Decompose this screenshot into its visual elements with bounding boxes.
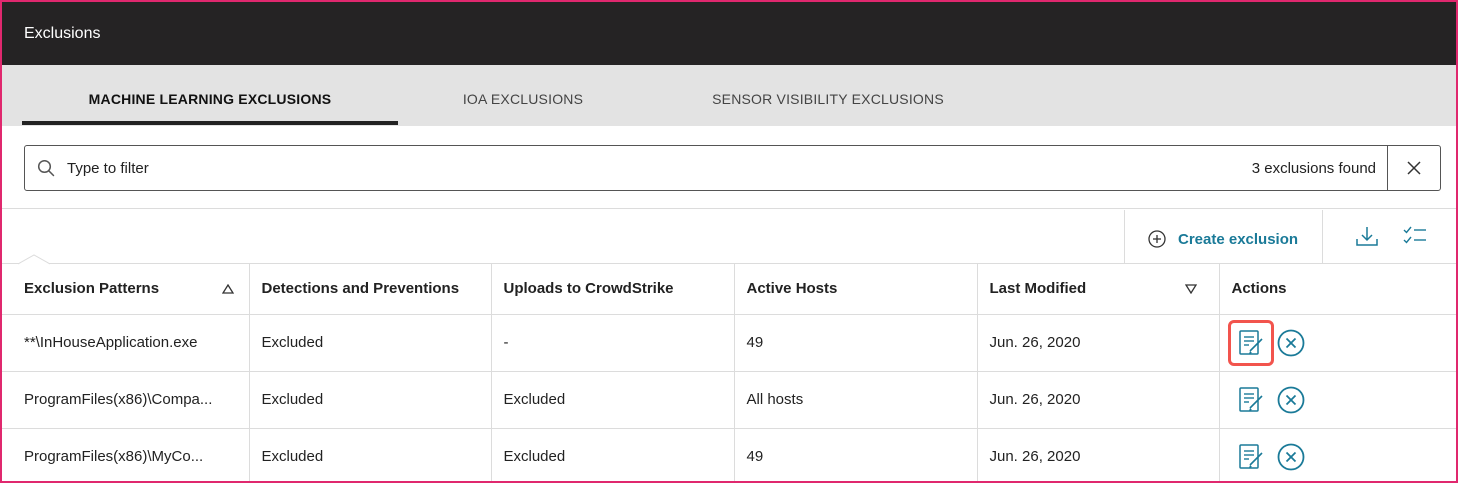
delete-icon[interactable] <box>1276 442 1306 472</box>
tab-ioa-exclusions[interactable]: IOA EXCLUSIONS <box>398 65 648 126</box>
cell-actions <box>1219 314 1456 372</box>
edit-button[interactable] <box>1227 319 1274 366</box>
cell-active-hosts: 49 <box>734 314 978 372</box>
column-header-exclusion-patterns[interactable]: Exclusion Patterns <box>2 264 250 315</box>
column-header-label: Exclusion Patterns <box>24 280 160 298</box>
column-header-label: Detections and Preventions <box>261 280 460 298</box>
download-icon[interactable] <box>1354 224 1380 250</box>
create-exclusion-button[interactable]: Create exclusion <box>1148 228 1298 250</box>
table-row[interactable]: **\InHouseApplication.exe Excluded - 49 … <box>2 314 1456 372</box>
cell-last-modified: Jun. 26, 2020 <box>977 371 1220 429</box>
column-header-uploads-to-crowdstrike[interactable]: Uploads to CrowdStrike <box>491 264 735 315</box>
plus-circle-icon <box>1148 230 1166 248</box>
column-header-detections-and-preventions[interactable]: Detections and Preventions <box>249 264 492 315</box>
delete-icon[interactable] <box>1276 385 1306 415</box>
edit-button[interactable] <box>1228 434 1274 480</box>
filter-input[interactable] <box>67 156 1067 180</box>
divider <box>2 208 1456 209</box>
cell-last-modified: Jun. 26, 2020 <box>977 428 1220 481</box>
sort-descending-icon <box>1184 284 1197 294</box>
filter-bar: 3 exclusions found <box>24 145 1441 191</box>
cell-detections: Excluded <box>249 314 492 372</box>
exclusions-table: Exclusion Patterns Detections and Preven… <box>2 264 1456 481</box>
tab-machine-learning-exclusions[interactable]: MACHINE LEARNING EXCLUSIONS <box>22 65 398 126</box>
app-frame: Exclusions MACHINE LEARNING EXCLUSIONS I… <box>0 0 1458 483</box>
cell-detections: Excluded <box>249 371 492 429</box>
active-tab-indicator <box>22 121 398 125</box>
cell-active-hosts: 49 <box>734 428 978 481</box>
toolbar-divider <box>1322 210 1323 264</box>
edit-icon <box>1238 443 1263 469</box>
close-icon <box>1407 161 1421 175</box>
cell-actions <box>1219 428 1456 481</box>
result-count: 3 exclusions found <box>1251 160 1376 177</box>
column-header-label: Active Hosts <box>746 280 838 298</box>
cell-exclusion-pattern: ProgramFiles(x86)\Compa... <box>2 371 250 429</box>
delete-icon[interactable] <box>1276 328 1306 358</box>
clear-filter-button[interactable] <box>1388 146 1440 190</box>
cell-uploads: Excluded <box>491 428 735 481</box>
cell-uploads: - <box>491 314 735 372</box>
toolbar-divider <box>1124 210 1125 264</box>
tab-sensor-visibility-exclusions[interactable]: SENSOR VISIBILITY EXCLUSIONS <box>648 65 1008 126</box>
table-row[interactable]: ProgramFiles(x86)\MyCo... Excluded Exclu… <box>2 428 1456 481</box>
column-header-label: Actions <box>1231 280 1287 298</box>
cell-active-hosts: All hosts <box>734 371 978 429</box>
edit-icon <box>1238 386 1263 412</box>
window-title: Exclusions <box>24 25 101 42</box>
checklist-icon[interactable] <box>1402 224 1428 250</box>
cell-uploads: Excluded <box>491 371 735 429</box>
tab-label: MACHINE LEARNING EXCLUSIONS <box>88 91 332 107</box>
cell-last-modified: Jun. 26, 2020 <box>977 314 1220 372</box>
tab-label: SENSOR VISIBILITY EXCLUSIONS <box>712 91 944 107</box>
column-header-actions: Actions <box>1219 264 1456 315</box>
cell-actions <box>1219 371 1456 429</box>
column-header-label: Last Modified <box>989 280 1087 298</box>
create-exclusion-label: Create exclusion <box>1178 230 1299 248</box>
edit-button[interactable] <box>1228 377 1274 423</box>
cell-detections: Excluded <box>249 428 492 481</box>
edit-icon <box>1238 329 1263 355</box>
column-header-label: Uploads to CrowdStrike <box>503 280 674 298</box>
table-header-row: Exclusion Patterns Detections and Preven… <box>2 264 1456 315</box>
cell-exclusion-pattern: **\InHouseApplication.exe <box>2 314 250 372</box>
column-header-active-hosts[interactable]: Active Hosts <box>734 264 978 315</box>
tab-label: IOA EXCLUSIONS <box>462 91 584 107</box>
table-row[interactable]: ProgramFiles(x86)\Compa... Excluded Excl… <box>2 371 1456 429</box>
search-icon <box>37 159 55 177</box>
cell-exclusion-pattern: ProgramFiles(x86)\MyCo... <box>2 428 250 481</box>
column-header-last-modified[interactable]: Last Modified <box>977 264 1220 315</box>
window-title-bar: Exclusions <box>2 2 1456 65</box>
sort-ascending-icon <box>222 284 234 294</box>
tab-bar: MACHINE LEARNING EXCLUSIONS IOA EXCLUSIO… <box>2 65 1456 126</box>
